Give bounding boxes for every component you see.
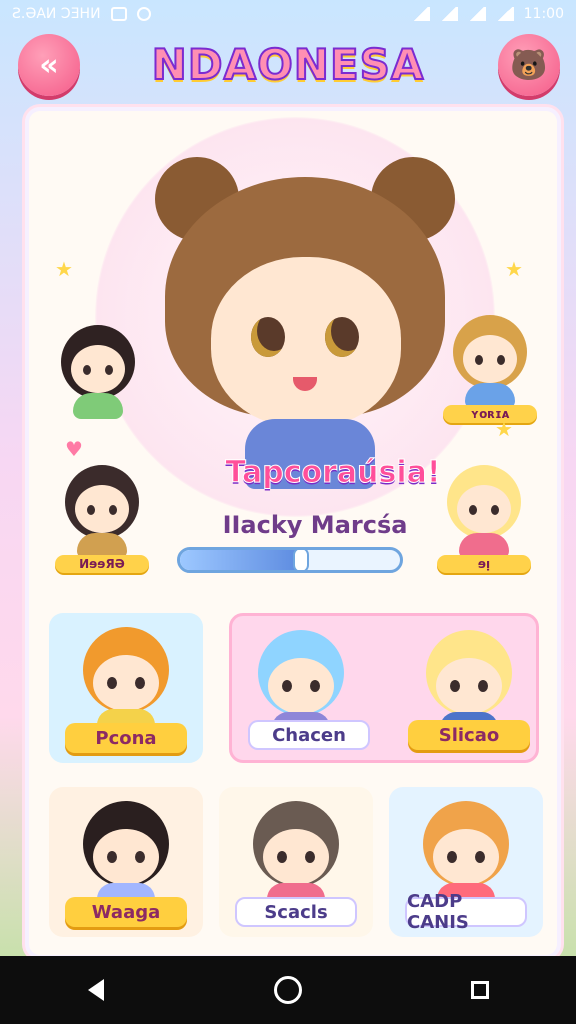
- tile-label: Pcona: [65, 723, 187, 753]
- tile-label: CADP CANIS: [405, 891, 527, 933]
- nav-home-icon: [274, 976, 302, 1004]
- hero-character[interactable]: [155, 157, 455, 489]
- main-card: ʏᴏʀɪᴀ ИɘɘЯӘ ɘᴉ Tapcoraúsia! IIacky Marcś…: [22, 104, 564, 962]
- character-tile-4[interactable]: Scacls: [219, 787, 373, 937]
- nav-back-icon: [88, 979, 104, 1001]
- star-icon: ★: [55, 257, 73, 281]
- hero-eye-left: [251, 317, 285, 357]
- hero-eye-right: [325, 317, 359, 357]
- status-carrier-text: Ƨ.ƏAИ ƆƎHИ: [12, 6, 101, 22]
- cast-icon: [411, 7, 430, 21]
- mini-eyes: [469, 505, 499, 515]
- hero-face: [211, 257, 401, 427]
- mini-character-1[interactable]: [43, 317, 153, 427]
- character-tile-1[interactable]: Pcona: [49, 613, 203, 763]
- character-tile-2[interactable]: Chacen Slicao: [229, 613, 539, 763]
- nav-recents-icon: [471, 981, 489, 999]
- tile-eyes-2: [450, 680, 488, 692]
- mini-body: [73, 393, 123, 419]
- battery-icon: [495, 7, 514, 21]
- status-left: Ƨ.ƏAИ ƆƎHИ: [12, 6, 151, 22]
- tile-eyes: [447, 851, 485, 863]
- tile-label-2: Slicao: [408, 720, 530, 750]
- signal-icon: [467, 7, 486, 21]
- character-tile-3[interactable]: Waaga: [49, 787, 203, 937]
- status-right: 11:00: [411, 6, 564, 22]
- heart-icon: ♥: [65, 437, 83, 461]
- mini-eyes: [475, 355, 505, 365]
- status-time: 11:00: [523, 6, 564, 22]
- nav-back-button[interactable]: [76, 970, 116, 1010]
- wifi-icon: [439, 7, 458, 21]
- tile-label: Waaga: [65, 897, 187, 927]
- mini-character-3[interactable]: ИɘɘЯӘ: [47, 457, 157, 573]
- nav-recents-button[interactable]: [460, 970, 500, 1010]
- clock-icon: [136, 7, 151, 21]
- mini-eyes: [87, 505, 117, 515]
- nav-home-button[interactable]: [268, 970, 308, 1010]
- mini-eyes: [83, 365, 113, 375]
- star-icon: ★: [495, 417, 513, 441]
- tile-label: Scacls: [235, 897, 357, 927]
- mini-character-2[interactable]: ʏᴏʀɪᴀ: [435, 307, 545, 423]
- page-title: NDAONESA: [151, 39, 425, 90]
- mini-tag: ИɘɘЯӘ: [55, 555, 149, 573]
- star-icon: ★: [505, 257, 523, 281]
- tile-eyes: [107, 677, 145, 689]
- progress-fill: [180, 550, 301, 570]
- tile-label: Chacen: [248, 720, 370, 750]
- character-tile-5[interactable]: CADP CANIS: [389, 787, 543, 937]
- tile-eyes: [277, 851, 315, 863]
- bear-face-icon: 🐻: [510, 47, 548, 83]
- tile-eyes: [107, 851, 145, 863]
- hero-name: IIacky Marcśa: [222, 511, 408, 539]
- hero-title: Tapcoraúsia!: [225, 455, 441, 491]
- hero-progress-bar[interactable]: [177, 547, 403, 573]
- mini-tag: ʏᴏʀɪᴀ: [443, 405, 537, 423]
- status-bar: Ƨ.ƏAИ ƆƎHИ 11:00: [0, 0, 576, 28]
- profile-button[interactable]: 🐻: [498, 34, 560, 96]
- mini-tag: ɘᴉ: [437, 555, 531, 573]
- progress-knob[interactable]: [293, 550, 309, 570]
- tile-eyes: [282, 680, 320, 692]
- android-nav-bar: [0, 956, 576, 1024]
- sim-icon: [110, 7, 127, 21]
- hero-section: ʏᴏʀɪᴀ ИɘɘЯӘ ɘᴉ Tapcoraúsia! IIacky Marcś…: [25, 107, 561, 597]
